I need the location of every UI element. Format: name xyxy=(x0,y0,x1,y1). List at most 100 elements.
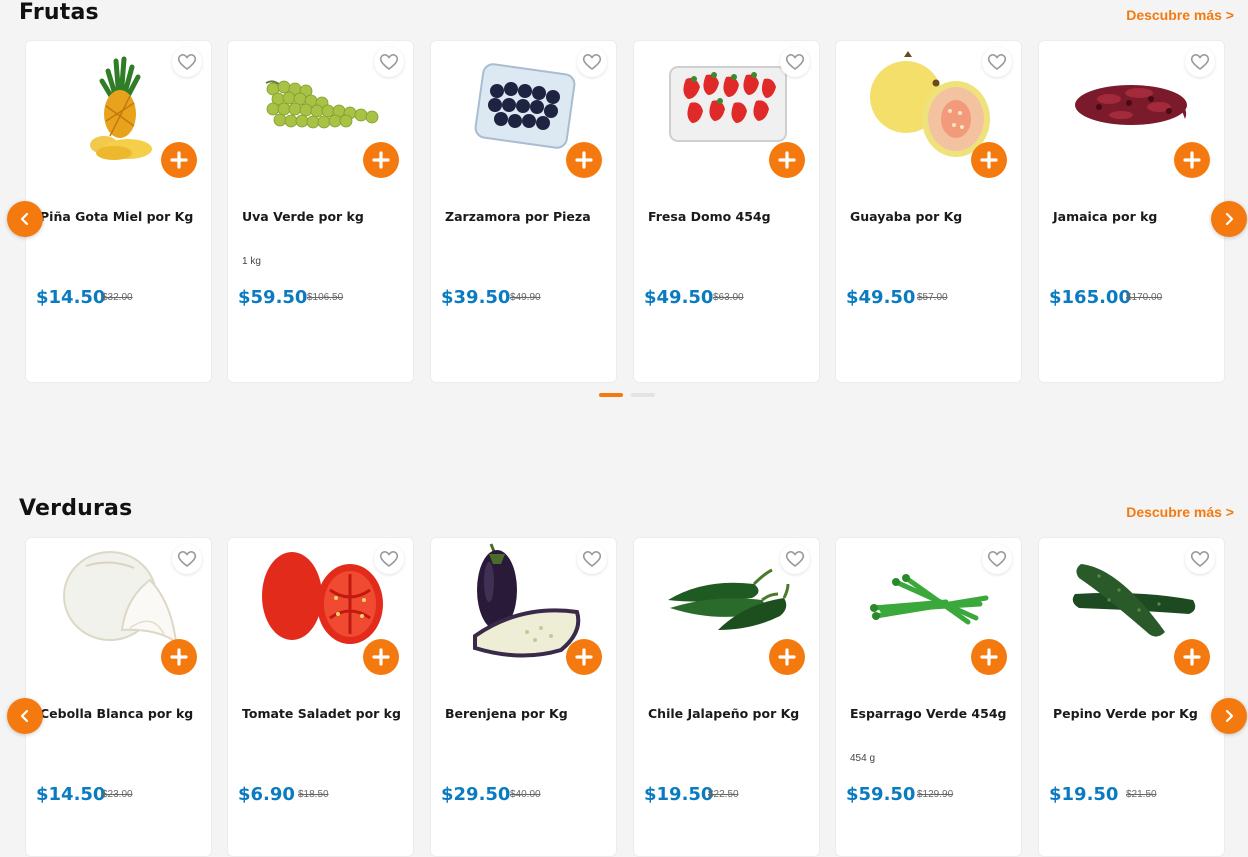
product-price: $19.50 xyxy=(1049,784,1119,805)
product-unit: 1 kg xyxy=(242,256,261,267)
heart-icon xyxy=(379,551,399,568)
product-old-price: $129.90 xyxy=(917,789,954,800)
heart-icon xyxy=(582,54,602,71)
product-name[interactable]: Guayaba por Kg xyxy=(850,209,962,224)
plus-icon xyxy=(1183,648,1201,666)
product-card[interactable]: Esparrago Verde 454g 454 g $59.50 $129.9… xyxy=(835,537,1022,857)
product-card[interactable]: Zarzamora por Pieza $39.50 $49.90 xyxy=(430,40,617,383)
product-price: $39.50 xyxy=(441,287,511,308)
product-old-price: $40.00 xyxy=(510,789,541,800)
pagination-dot[interactable] xyxy=(631,393,655,397)
section-title: Frutas xyxy=(19,0,99,25)
favorite-button[interactable] xyxy=(1185,544,1215,574)
add-to-cart-button[interactable] xyxy=(566,142,602,178)
chevron-left-icon xyxy=(20,709,29,723)
pagination-dot-active[interactable] xyxy=(599,393,623,397)
favorite-button[interactable] xyxy=(374,47,404,77)
product-name[interactable]: Uva Verde por kg xyxy=(242,209,364,224)
product-name[interactable]: Zarzamora por Pieza xyxy=(445,209,591,224)
product-card[interactable]: Pepino Verde por Kg $19.50 $21.50 xyxy=(1038,537,1225,857)
product-unit: 454 g xyxy=(850,753,876,764)
favorite-button[interactable] xyxy=(780,544,810,574)
product-old-price: $63.00 xyxy=(713,292,744,303)
plus-icon xyxy=(575,151,593,169)
product-price: $49.50 xyxy=(644,287,714,308)
product-price: $14.50 xyxy=(36,287,106,308)
add-to-cart-button[interactable] xyxy=(971,639,1007,675)
discover-more-link[interactable]: Descubre más > xyxy=(1126,504,1234,520)
heart-icon xyxy=(1190,54,1210,71)
product-name[interactable]: Piña Gota Miel por Kg xyxy=(40,209,193,224)
product-old-price: $32.00 xyxy=(102,292,133,303)
add-to-cart-button[interactable] xyxy=(363,639,399,675)
heart-icon xyxy=(785,54,805,71)
favorite-button[interactable] xyxy=(982,544,1012,574)
product-card[interactable]: Fresa Domo 454g $49.50 $63.00 xyxy=(633,40,820,383)
product-card[interactable]: Tomate Saladet por kg $6.90 $18.50 xyxy=(227,537,414,857)
product-name[interactable]: Cebolla Blanca por kg xyxy=(40,706,193,721)
carousel-prev-button[interactable] xyxy=(7,698,43,734)
product-card[interactable]: Jamaica por kg $165.00 $170.00 xyxy=(1038,40,1225,383)
section-title: Verduras xyxy=(19,496,133,521)
product-price: $29.50 xyxy=(441,784,511,805)
favorite-button[interactable] xyxy=(172,47,202,77)
product-name[interactable]: Fresa Domo 454g xyxy=(648,209,771,224)
product-name[interactable]: Esparrago Verde 454g xyxy=(850,706,1006,721)
product-card[interactable]: Piña Gota Miel por Kg $14.50 $32.00 xyxy=(25,40,212,383)
plus-icon xyxy=(372,648,390,666)
favorite-button[interactable] xyxy=(577,47,607,77)
heart-icon xyxy=(582,551,602,568)
carousel-prev-button[interactable] xyxy=(7,201,43,237)
favorite-button[interactable] xyxy=(1185,47,1215,77)
product-name[interactable]: Chile Jalapeño por Kg xyxy=(648,706,799,721)
product-price: $19.50 xyxy=(644,784,714,805)
product-price: $6.90 xyxy=(238,784,295,805)
product-price: $165.00 xyxy=(1049,287,1131,308)
product-name[interactable]: Pepino Verde por Kg xyxy=(1053,706,1198,721)
add-to-cart-button[interactable] xyxy=(1174,142,1210,178)
product-name[interactable]: Tomate Saladet por kg xyxy=(242,706,401,721)
add-to-cart-button[interactable] xyxy=(769,142,805,178)
product-price: $59.50 xyxy=(846,784,916,805)
add-to-cart-button[interactable] xyxy=(1174,639,1210,675)
plus-icon xyxy=(980,648,998,666)
favorite-button[interactable] xyxy=(577,544,607,574)
add-to-cart-button[interactable] xyxy=(971,142,1007,178)
product-card[interactable]: Cebolla Blanca por kg $14.50 $23.00 xyxy=(25,537,212,857)
plus-icon xyxy=(980,151,998,169)
product-old-price: $23.00 xyxy=(102,789,133,800)
add-to-cart-button[interactable] xyxy=(769,639,805,675)
product-old-price: $22.50 xyxy=(708,789,739,800)
heart-icon xyxy=(379,54,399,71)
favorite-button[interactable] xyxy=(780,47,810,77)
plus-icon xyxy=(778,648,796,666)
product-card[interactable]: Uva Verde por kg 1 kg $59.50 $106.50 xyxy=(227,40,414,383)
plus-icon xyxy=(575,648,593,666)
favorite-button[interactable] xyxy=(982,47,1012,77)
favorite-button[interactable] xyxy=(172,544,202,574)
heart-icon xyxy=(987,551,1007,568)
product-price: $59.50 xyxy=(238,287,308,308)
add-to-cart-button[interactable] xyxy=(363,142,399,178)
plus-icon xyxy=(778,151,796,169)
product-name[interactable]: Jamaica por kg xyxy=(1053,209,1157,224)
section-frutas: Frutas Descubre más > Piña Gota Miel por… xyxy=(0,0,1248,420)
add-to-cart-button[interactable] xyxy=(161,639,197,675)
add-to-cart-button[interactable] xyxy=(161,142,197,178)
product-card[interactable]: Berenjena por Kg $29.50 $40.00 xyxy=(430,537,617,857)
product-old-price: $170.00 xyxy=(1126,292,1163,303)
product-price: $14.50 xyxy=(36,784,106,805)
discover-more-link[interactable]: Descubre más > xyxy=(1126,7,1234,23)
section-verduras: Verduras Descubre más > Cebolla Blanca p… xyxy=(0,496,1248,857)
chevron-left-icon xyxy=(20,212,29,226)
product-old-price: $57.00 xyxy=(917,292,948,303)
carousel-next-button[interactable] xyxy=(1211,201,1247,237)
product-card[interactable]: Chile Jalapeño por Kg $19.50 $22.50 xyxy=(633,537,820,857)
heart-icon xyxy=(1190,551,1210,568)
carousel-next-button[interactable] xyxy=(1211,698,1247,734)
favorite-button[interactable] xyxy=(374,544,404,574)
add-to-cart-button[interactable] xyxy=(566,639,602,675)
product-name[interactable]: Berenjena por Kg xyxy=(445,706,568,721)
product-card[interactable]: Guayaba por Kg $49.50 $57.00 xyxy=(835,40,1022,383)
heart-icon xyxy=(177,54,197,71)
